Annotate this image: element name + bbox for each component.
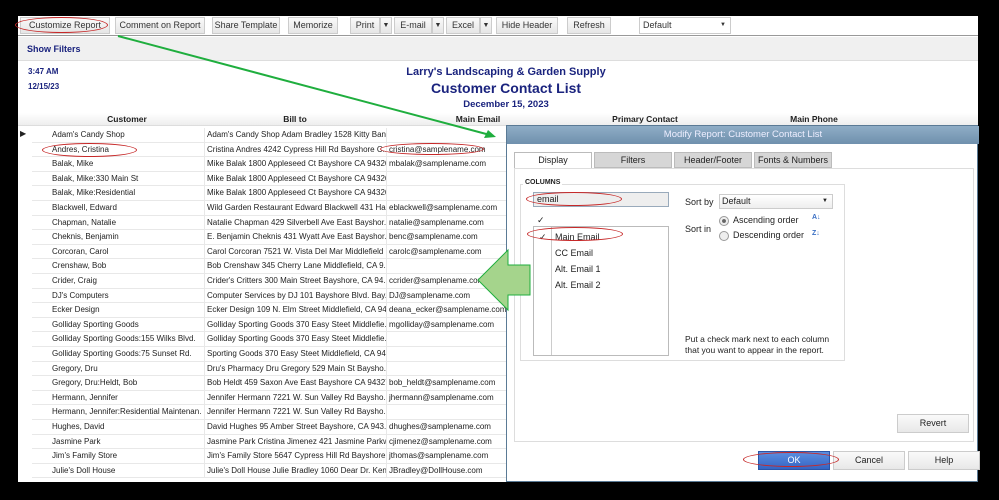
big-left-arrow-icon xyxy=(477,248,531,312)
green-arrow-icon xyxy=(117,35,496,138)
annotation-arrows xyxy=(117,35,531,312)
